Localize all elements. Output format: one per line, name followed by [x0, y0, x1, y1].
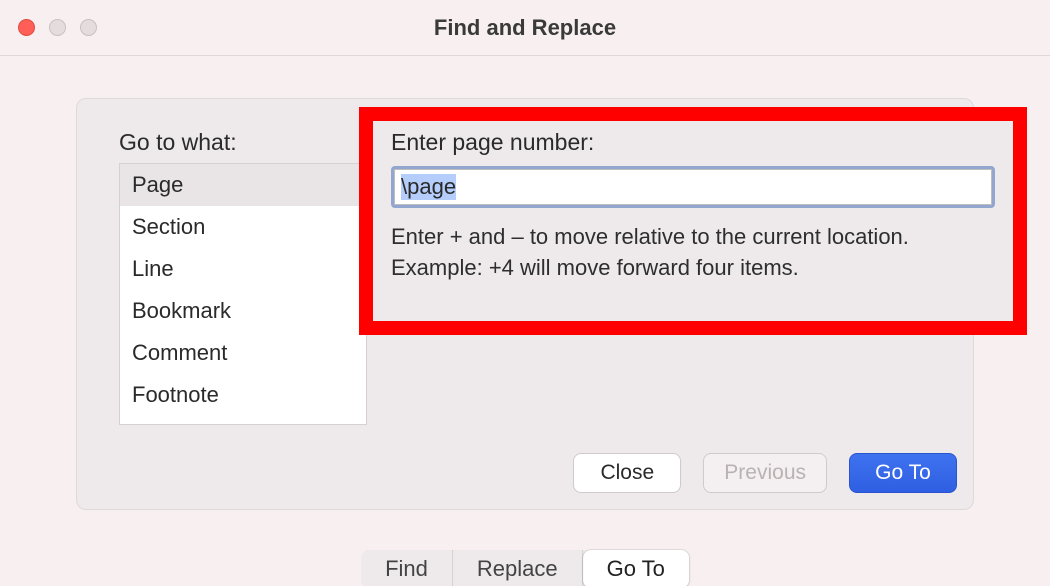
tabs: Find Replace Go To [361, 550, 689, 586]
previous-button: Previous [703, 453, 827, 493]
window-controls [0, 19, 97, 36]
entry-hint-text: Enter + and – to move relative to the cu… [391, 222, 995, 284]
close-button[interactable]: Close [573, 453, 681, 493]
page-number-input[interactable] [394, 169, 992, 205]
page-number-input-focus-ring [391, 166, 995, 208]
dialog-buttons: Close Previous Go To [573, 453, 957, 493]
list-item-section[interactable]: Section [120, 206, 366, 248]
window-title: Find and Replace [0, 15, 1050, 41]
tab-goto[interactable]: Go To [583, 550, 689, 586]
enter-page-label: Enter page number: [391, 129, 995, 156]
list-item-bookmark[interactable]: Bookmark [120, 290, 366, 332]
list-item-comment[interactable]: Comment [120, 332, 366, 374]
zoom-window-icon [80, 19, 97, 36]
goto-what-listbox[interactable]: Page Section Line Bookmark Comment Footn… [119, 163, 367, 425]
tab-find[interactable]: Find [361, 550, 453, 586]
list-item-footnote[interactable]: Footnote [120, 374, 366, 416]
list-item-line[interactable]: Line [120, 248, 366, 290]
goto-button[interactable]: Go To [849, 453, 957, 493]
goto-what-label: Go to what: [119, 129, 237, 156]
tab-replace[interactable]: Replace [453, 550, 583, 586]
dialog-panel: Go to what: Page Section Line Bookmark C… [76, 98, 974, 510]
minimize-window-icon [49, 19, 66, 36]
titlebar: Find and Replace [0, 0, 1050, 56]
list-item-endnote[interactable]: Endnote [120, 417, 366, 425]
list-item-page[interactable]: Page [120, 164, 366, 206]
entry-highlight-region: Enter page number: Enter + and – to move… [359, 107, 1027, 335]
close-window-icon[interactable] [18, 19, 35, 36]
